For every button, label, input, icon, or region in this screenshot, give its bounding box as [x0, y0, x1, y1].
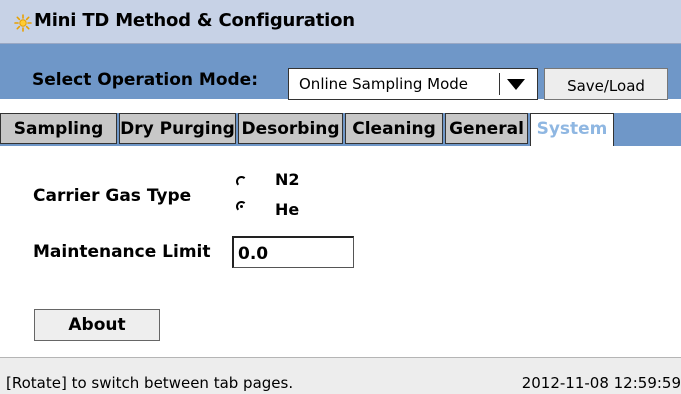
title-bar: Mini TD Method & Configuration	[0, 0, 681, 44]
tab-sampling[interactable]: Sampling	[0, 113, 117, 144]
mode-bar: Select Operation Mode: Online Sampling M…	[0, 44, 681, 100]
status-bar: [Rotate] to switch between tab pages. 20…	[0, 357, 681, 394]
maintenance-limit-input[interactable]: 0.0	[232, 236, 354, 268]
operation-mode-value: Online Sampling Mode	[299, 75, 468, 93]
status-hint: [Rotate] to switch between tab pages.	[6, 374, 294, 392]
tab-dry-purging[interactable]: Dry Purging	[119, 113, 236, 144]
tab-system[interactable]: System	[530, 113, 614, 146]
operation-mode-label: Select Operation Mode:	[32, 70, 259, 90]
radio-n2-label: N2	[275, 170, 300, 189]
save-load-button[interactable]: Save/Load	[544, 68, 668, 100]
about-button[interactable]: About	[34, 309, 160, 341]
chevron-down-icon[interactable]	[507, 79, 525, 90]
select-divider	[499, 73, 500, 95]
radio-he[interactable]	[236, 201, 247, 212]
status-datetime: 2012-11-08 12:59:59	[521, 374, 681, 392]
maintenance-limit-label: Maintenance Limit	[33, 242, 211, 262]
tab-desorbing[interactable]: Desorbing	[238, 113, 343, 144]
tab-bar: Sampling Dry Purging Desorbing Cleaning …	[0, 113, 681, 146]
sun-icon	[14, 14, 32, 32]
operation-mode-select[interactable]: Online Sampling Mode	[288, 68, 538, 100]
tab-cleaning[interactable]: Cleaning	[345, 113, 443, 144]
radio-n2[interactable]	[236, 176, 247, 187]
tab-general[interactable]: General	[445, 113, 528, 144]
carrier-gas-label: Carrier Gas Type	[33, 186, 192, 206]
radio-he-label: He	[275, 200, 300, 219]
window-title: Mini TD Method & Configuration	[34, 10, 355, 31]
